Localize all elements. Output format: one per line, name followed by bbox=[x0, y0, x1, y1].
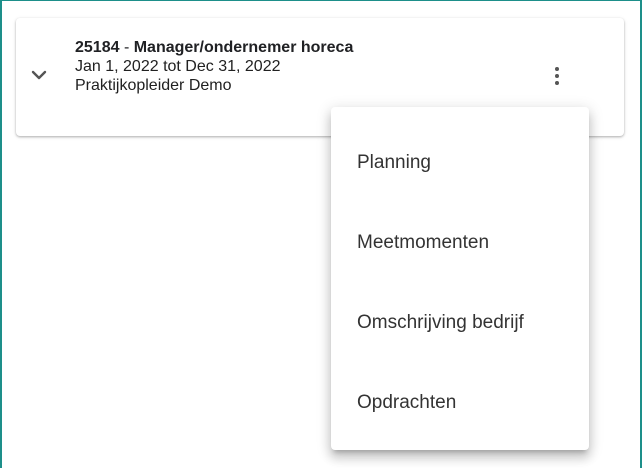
menu-item-omschrijving-bedrijf[interactable]: Omschrijving bedrijf bbox=[331, 283, 589, 363]
kebab-dot bbox=[555, 81, 559, 85]
program-name: Manager/ondernemer horeca bbox=[133, 39, 354, 56]
menu-item-planning[interactable]: Planning bbox=[331, 123, 589, 203]
title-separator: - bbox=[119, 39, 134, 56]
menu-item-opdrachten[interactable]: Opdrachten bbox=[331, 363, 589, 443]
kebab-dot bbox=[555, 74, 559, 78]
program-info: 25184 - Manager/ondernemer horeca Jan 1,… bbox=[75, 38, 353, 95]
menu-item-meetmomenten[interactable]: Meetmomenten bbox=[331, 203, 589, 283]
chevron-down-icon[interactable] bbox=[30, 68, 48, 82]
program-code: 25184 bbox=[75, 39, 120, 56]
kebab-dot bbox=[555, 67, 559, 71]
context-menu: Planning Meetmomenten Omschrijving bedri… bbox=[331, 107, 589, 450]
more-vert-icon[interactable] bbox=[545, 60, 569, 92]
program-supervisor: Praktijkopleider Demo bbox=[75, 77, 232, 94]
program-title: 25184 - Manager/ondernemer horeca bbox=[75, 38, 353, 57]
program-period: Jan 1, 2022 tot Dec 31, 2022 bbox=[75, 58, 281, 75]
